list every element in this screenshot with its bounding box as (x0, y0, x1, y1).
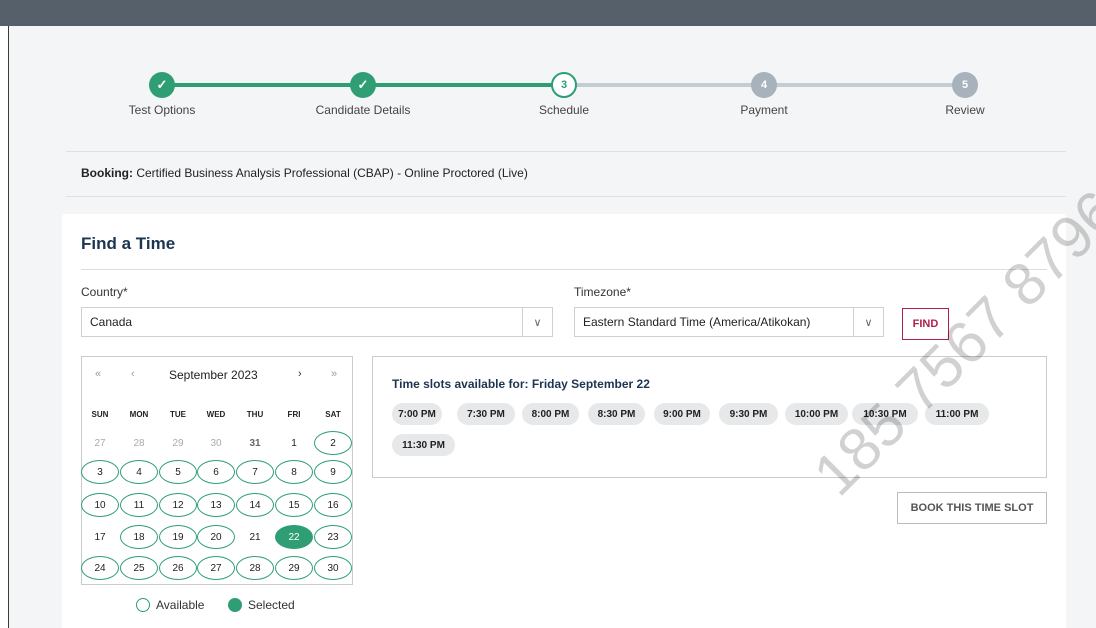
country-label: Country* (81, 285, 128, 299)
divider (66, 151, 1066, 152)
legend-available: Available (136, 598, 204, 612)
available-dot-icon (136, 598, 150, 612)
booking-label: Booking: (81, 166, 133, 180)
calendar-day[interactable]: 11 (120, 493, 158, 517)
timezone-value: Eastern Standard Time (America/Atikokan) (583, 315, 811, 329)
calendar-day: 21 (249, 531, 261, 543)
step-connector (363, 83, 564, 87)
step-marker-2: ✓ (350, 72, 376, 98)
calendar-day[interactable]: 20 (197, 525, 235, 549)
divider (66, 196, 1066, 197)
calendar-day[interactable]: 2 (314, 431, 352, 455)
selected-dot-icon (228, 598, 242, 612)
time-slot-chip[interactable]: 10:30 PM (852, 403, 918, 425)
calendar-day[interactable]: 28 (236, 556, 274, 580)
step-marker-3: 3 (551, 72, 577, 98)
next-month-button[interactable]: › (298, 368, 302, 380)
time-slots-title: Time slots available for: Friday Septemb… (392, 377, 650, 391)
calendar-day[interactable]: 7 (236, 460, 274, 484)
calendar-day: 1 (291, 437, 297, 449)
step-marker-4: 4 (751, 72, 777, 98)
timezone-select[interactable]: Eastern Standard Time (America/Atikokan)… (574, 307, 884, 337)
calendar-day[interactable]: 26 (159, 556, 197, 580)
time-slot-chip[interactable]: 8:00 PM (522, 403, 579, 425)
calendar-day[interactable]: 23 (314, 525, 352, 549)
time-slot-chip[interactable]: 10:00 PM (785, 403, 848, 425)
time-slot-chip[interactable]: 7:00 PM (392, 403, 442, 425)
calendar-month-label: September 2023 (169, 368, 258, 382)
country-select[interactable]: Canada ∨ (81, 307, 553, 337)
step-marker-5: 5 (952, 72, 978, 98)
legend-available-label: Available (156, 598, 205, 612)
weekday-label: SUN (91, 410, 109, 419)
calendar-day[interactable]: 14 (236, 493, 274, 517)
card-divider (81, 269, 1047, 270)
find-button[interactable]: FIND (902, 308, 949, 340)
step-connector (162, 83, 363, 87)
prev-month-button[interactable]: ‹ (131, 368, 135, 380)
book-time-slot-button[interactable]: BOOK THIS TIME SLOT (897, 492, 1047, 524)
calendar-day[interactable]: 16 (314, 493, 352, 517)
step-label: Candidate Details (315, 103, 411, 117)
step-label: Schedule (538, 103, 590, 117)
country-value: Canada (90, 315, 133, 329)
legend-selected: Selected (228, 598, 295, 612)
prev-year-button[interactable]: « (95, 368, 101, 380)
step-label: Test Options (128, 103, 196, 117)
weekday-label: FRI (287, 410, 301, 419)
calendar-day[interactable]: 3 (81, 460, 119, 484)
weekday-label: MON (129, 410, 149, 419)
calendar-day[interactable]: 24 (81, 556, 119, 580)
calendar-day[interactable]: 6 (197, 460, 235, 484)
booking-summary: Booking: Certified Business Analysis Pro… (81, 166, 528, 180)
step-connector (564, 83, 764, 87)
step-label: Review (945, 103, 985, 117)
calendar-day: 30 (210, 437, 222, 449)
calendar-day[interactable]: 27 (197, 556, 235, 580)
time-slot-chip[interactable]: 8:30 PM (588, 403, 645, 425)
calendar-day[interactable]: 4 (120, 460, 158, 484)
calendar-day: 31 (249, 437, 261, 449)
weekday-label: TUE (170, 410, 186, 419)
calendar-day[interactable]: 10 (81, 493, 119, 517)
calendar-day[interactable]: 30 (314, 556, 352, 580)
time-slot-chip[interactable]: 9:30 PM (719, 403, 778, 425)
time-slot-chip[interactable]: 9:00 PM (654, 403, 710, 425)
calendar-day[interactable]: 25 (120, 556, 158, 580)
chevron-down-icon[interactable]: ∨ (522, 308, 552, 336)
booking-value: Certified Business Analysis Professional… (133, 166, 528, 180)
step-connector (764, 83, 965, 87)
calendar-day: 27 (94, 437, 106, 449)
chevron-down-icon[interactable]: ∨ (853, 308, 883, 336)
time-slot-chip[interactable]: 7:30 PM (457, 403, 515, 425)
calendar-day[interactable]: 12 (159, 493, 197, 517)
card-title: Find a Time (81, 234, 176, 253)
legend-selected-label: Selected (248, 598, 295, 612)
step-marker-1: ✓ (149, 72, 175, 98)
calendar-day[interactable]: 18 (120, 525, 158, 549)
time-slot-chip[interactable]: 11:00 PM (925, 403, 989, 425)
calendar-day[interactable]: 13 (197, 493, 235, 517)
calendar-day[interactable]: 8 (275, 460, 313, 484)
time-slot-chip[interactable]: 11:30 PM (392, 434, 455, 456)
calendar-day[interactable]: 22 (275, 525, 313, 549)
calendar-day: 29 (172, 437, 184, 449)
calendar-day[interactable]: 15 (275, 493, 313, 517)
calendar-day: 28 (133, 437, 145, 449)
next-year-button[interactable]: » (331, 368, 337, 380)
weekday-label: THU (246, 410, 264, 419)
calendar-day[interactable]: 5 (159, 460, 197, 484)
timezone-label: Timezone* (574, 285, 631, 299)
calendar-day[interactable]: 29 (275, 556, 313, 580)
weekday-label: SAT (325, 410, 341, 419)
weekday-label: WED (206, 410, 226, 419)
calendar-day[interactable]: 19 (159, 525, 197, 549)
progress-stepper: ✓ Test Options ✓ Candidate Details 3 Schedule… (0, 0, 1096, 150)
calendar-day[interactable]: 9 (314, 460, 352, 484)
calendar-day: 17 (94, 531, 106, 543)
step-label: Payment (740, 103, 788, 117)
